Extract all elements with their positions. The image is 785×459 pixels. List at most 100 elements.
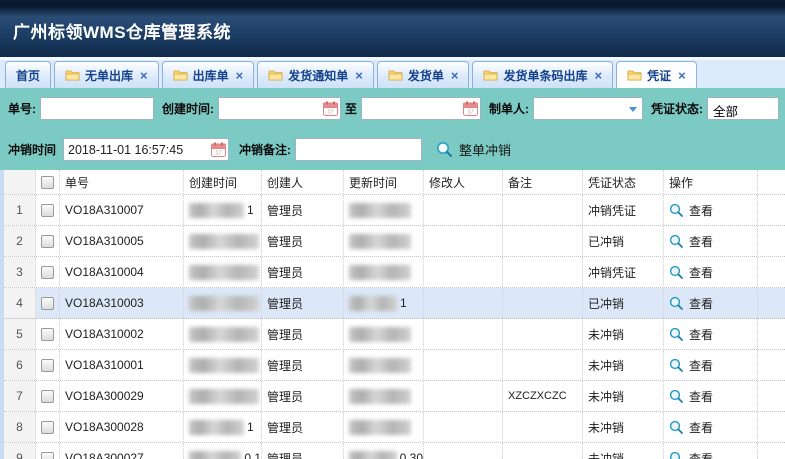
- chevron-down-icon[interactable]: [629, 107, 637, 112]
- view-label: 查看: [689, 264, 713, 281]
- close-icon[interactable]: ×: [140, 68, 148, 83]
- row-checkbox[interactable]: [41, 235, 54, 248]
- status-cell: 冲销凭证: [583, 195, 664, 225]
- row-checkbox[interactable]: [41, 297, 54, 310]
- row-number: 1: [4, 195, 36, 225]
- create-time-cell: [184, 226, 262, 256]
- view-link[interactable]: 查看: [669, 388, 713, 405]
- creator-cell: 管理员: [262, 443, 344, 459]
- table-row[interactable]: 9VO18A3000270.1管理员0.30未冲销查看: [4, 443, 785, 459]
- order-no-input[interactable]: [40, 97, 154, 120]
- order-no-cell: VO18A310002: [60, 319, 184, 349]
- tab-无单出库[interactable]: 无单出库×: [54, 61, 159, 88]
- folder-icon: [627, 69, 642, 81]
- view-link[interactable]: 查看: [669, 264, 713, 281]
- view-link[interactable]: 查看: [669, 450, 713, 459]
- table-header-row: 单号创建时间创建人更新时间修改人备注凭证状态操作: [4, 170, 785, 195]
- writeoff-time-input[interactable]: [63, 138, 229, 161]
- svg-text:17: 17: [327, 110, 333, 116]
- redacted-value: [349, 296, 397, 311]
- table-row[interactable]: 7VO18A300029管理员XZCZXCZC未冲销查看: [4, 381, 785, 412]
- tab-bar: 首页无单出库×出库单×发货通知单×发货单×发货单条码出库×凭证×: [0, 57, 785, 88]
- row-checkbox[interactable]: [41, 266, 54, 279]
- tab-首页[interactable]: 首页: [5, 61, 51, 88]
- create-time-cell: [184, 381, 262, 411]
- action-cell: 查看: [664, 195, 758, 225]
- close-icon[interactable]: ×: [451, 68, 459, 83]
- calendar-icon[interactable]: 17: [211, 142, 226, 157]
- status-cell: 未冲销: [583, 443, 664, 459]
- close-icon[interactable]: ×: [236, 68, 244, 83]
- calendar-icon[interactable]: 17: [463, 101, 478, 116]
- magnifier-icon: [436, 141, 453, 158]
- create-time-label: 创建时间:: [162, 100, 214, 117]
- status-cell: 未冲销: [583, 350, 664, 380]
- tab-发货单[interactable]: 发货单 ×: [377, 61, 470, 88]
- magnifier-icon: [669, 296, 684, 311]
- table-row[interactable]: 6VO18A310001管理员未冲销查看: [4, 350, 785, 381]
- table-row[interactable]: 4VO18A310003管理员1已冲销查看: [4, 288, 785, 319]
- writeoff-all-button[interactable]: 整单冲销: [436, 140, 511, 159]
- view-link[interactable]: 查看: [669, 419, 713, 436]
- update-time-cell: [344, 195, 424, 225]
- order-no-cell: VO18A300027: [60, 443, 184, 459]
- filter-panel: 单号: 创建时间: 17 至 17 制单人: 凭证状态: 全部 冲销时间 17 …: [0, 88, 785, 170]
- calendar-icon[interactable]: 17: [323, 101, 338, 116]
- remark-cell: XZCZXCZC: [503, 381, 583, 411]
- tab-发货通知单[interactable]: 发货通知单×: [257, 61, 374, 88]
- modifier-cell: [424, 319, 503, 349]
- table-row[interactable]: 2VO18A310005管理员已冲销查看: [4, 226, 785, 257]
- checkbox-cell: [36, 350, 60, 380]
- view-link[interactable]: 查看: [669, 295, 713, 312]
- tab-出库单[interactable]: 出库单×: [162, 61, 255, 88]
- column-header: 修改人: [424, 170, 503, 194]
- tab-凭证[interactable]: 凭证×: [616, 61, 697, 88]
- view-link[interactable]: 查看: [669, 233, 713, 250]
- voucher-status-select[interactable]: 全部: [707, 97, 779, 120]
- writeoff-time-field[interactable]: 17: [63, 138, 229, 161]
- table-row[interactable]: 8VO18A3000281管理员未冲销查看: [4, 412, 785, 443]
- close-icon[interactable]: ×: [355, 68, 363, 83]
- view-label: 查看: [689, 419, 713, 436]
- redacted-value: [189, 420, 244, 435]
- create-time-from-field[interactable]: 17: [218, 97, 341, 120]
- redacted-value: [349, 265, 411, 280]
- row-checkbox[interactable]: [41, 328, 54, 341]
- redacted-value: [349, 234, 411, 249]
- writeoff-remark-input[interactable]: [295, 138, 422, 161]
- create-time-fragment: 1: [247, 203, 254, 217]
- update-time-cell: [344, 319, 424, 349]
- view-link[interactable]: 查看: [669, 357, 713, 374]
- tab-发货单条码出库[interactable]: 发货单条码出库×: [472, 61, 613, 88]
- row-filler: [758, 319, 785, 349]
- filter-row-1: 单号: 创建时间: 17 至 17 制单人: 凭证状态: 全部: [0, 88, 785, 129]
- view-link[interactable]: 查看: [669, 202, 713, 219]
- row-checkbox[interactable]: [41, 204, 54, 217]
- checkbox-cell: [36, 319, 60, 349]
- row-checkbox[interactable]: [41, 359, 54, 372]
- row-checkbox[interactable]: [41, 421, 54, 434]
- creator-cell: 管理员: [262, 226, 344, 256]
- remark-cell: [503, 443, 583, 459]
- row-number: 7: [4, 381, 36, 411]
- action-cell: 查看: [664, 257, 758, 287]
- close-icon[interactable]: ×: [594, 68, 602, 83]
- create-time-cell: 1: [184, 195, 262, 225]
- create-time-cell: 0.1: [184, 443, 262, 459]
- to-label: 至: [345, 100, 357, 117]
- magnifier-icon: [669, 265, 684, 280]
- row-checkbox[interactable]: [41, 452, 54, 459]
- checkbox-cell: [36, 195, 60, 225]
- close-icon[interactable]: ×: [678, 68, 686, 83]
- tab-label: 发货单: [408, 67, 444, 84]
- maker-select[interactable]: [533, 97, 643, 120]
- row-checkbox[interactable]: [41, 390, 54, 403]
- create-time-to-field[interactable]: 17: [361, 97, 481, 120]
- table-row[interactable]: 3VO18A310004管理员冲销凭证查看: [4, 257, 785, 288]
- table-row[interactable]: 1VO18A3100071管理员冲销凭证查看: [4, 195, 785, 226]
- select-all-checkbox[interactable]: [41, 176, 54, 189]
- view-link[interactable]: 查看: [669, 326, 713, 343]
- magnifier-icon: [669, 420, 684, 435]
- table-row[interactable]: 5VO18A310002管理员未冲销查看: [4, 319, 785, 350]
- view-label: 查看: [689, 450, 713, 459]
